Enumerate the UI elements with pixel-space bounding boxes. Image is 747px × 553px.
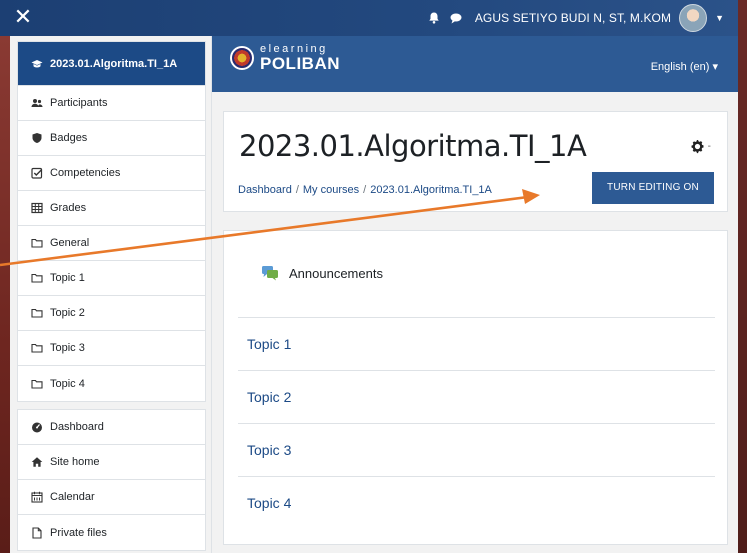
site-logo[interactable]: elearning POLIBAN [230,44,340,72]
avatar[interactable] [679,4,708,32]
shield-icon [31,132,43,144]
nav-drawer: 2023.01.Algoritma.TI_1A Participants Bad… [10,36,212,553]
sidebar-item-private-files[interactable]: Private files [18,515,205,550]
sidebar-item-topic-2[interactable]: Topic 2 [18,296,205,331]
sidebar-item-calendar[interactable]: Calendar [18,480,205,515]
sidebar-item-grades[interactable]: Grades [18,191,205,226]
caret-down-icon[interactable]: ▼ [715,13,724,23]
sidebar-item-label: Participants [50,97,108,109]
logo-bottom-text: POLIBAN [260,54,340,73]
section-topic-1[interactable]: Topic 1 [238,317,715,370]
sidebar-item-label: Grades [50,202,87,214]
chat-icon[interactable] [449,11,463,25]
background-edge [0,36,10,553]
logo-text: elearning POLIBAN [260,44,340,73]
language-menu[interactable]: English (en) ▾ [651,60,718,73]
section-title[interactable]: Topic 3 [247,442,291,458]
graduation-cap-icon [31,58,43,70]
sidebar-item-label: Topic 2 [50,307,85,319]
gear-icon [691,139,704,154]
sidebar-item-course[interactable]: 2023.01.Algoritma.TI_1A [18,42,205,86]
sidebar-item-label: Competencies [50,167,121,179]
table-icon [31,202,43,214]
sidebar-item-label: Site home [50,456,100,468]
close-drawer-button[interactable]: ✕ [10,4,36,30]
section-title[interactable]: Topic 4 [247,495,291,511]
page-header-card: 2023.01.Algoritma.TI_1A - Dashboard / My c… [223,111,728,212]
sidebar-item-label: Dashboard [50,421,104,433]
sidebar-item-label: Calendar [50,491,95,503]
home-icon [31,456,43,468]
logo-emblem [230,46,254,70]
folder-icon [31,237,43,249]
sidebar-item-topic-4[interactable]: Topic 4 [18,366,205,401]
folder-icon [31,378,43,390]
breadcrumb-separator: / [295,184,299,196]
site-header: elearning POLIBAN English (en) ▾ [212,36,738,92]
section-topic-2[interactable]: Topic 2 [238,370,715,423]
dashboard-icon [31,421,43,433]
announcements-label: Announcements [289,265,383,281]
section-title[interactable]: Topic 2 [247,389,291,405]
sidebar-item-topic-3[interactable]: Topic 3 [18,331,205,366]
turn-editing-on-button[interactable]: TURN EDITING ON [592,172,714,204]
folder-icon [31,307,43,319]
sidebar-item-label: Badges [50,132,88,144]
breadcrumb: Dashboard / My courses/2023.01.Algoritma.T… [238,184,492,196]
calendar-icon [31,491,43,503]
announcements-link[interactable]: Announcements [261,265,383,281]
sidebar-item-site-home[interactable]: Site home [18,445,205,480]
sidebar-item-topic-1[interactable]: Topic 1 [18,261,205,296]
top-navbar: ✕ AGUS SETIYO BUDI N, ST, M.KOM ▼ [0,0,738,36]
users-icon [31,97,43,109]
breadcrumb-separator: / [363,184,367,196]
course-content-card: Announcements Topic 1 Topic 2 Topic 3 To… [223,230,728,545]
menu-caret: - [707,141,711,152]
sidebar-item-label: Topic 4 [50,377,85,390]
sidebar-item-label: Topic 3 [50,342,85,354]
sidebar-item-label: Private files [50,526,107,539]
user-name[interactable]: AGUS SETIYO BUDI N, ST, M.KOM [475,11,671,25]
sidebar-item-label: 2023.01.Algoritma.TI_1A [50,57,178,70]
breadcrumb-course[interactable]: 2023.01.Algoritma.TI_1A [370,184,492,196]
check-square-icon [31,167,43,179]
bell-icon[interactable] [427,11,441,25]
breadcrumb-my-courses[interactable]: My courses [303,184,359,196]
course-nav-list: 2023.01.Algoritma.TI_1A Participants Bad… [17,41,206,402]
navbar-user-area: AGUS SETIYO BUDI N, ST, M.KOM ▼ [427,0,724,36]
sidebar-item-general[interactable]: General [18,226,205,261]
breadcrumb-dashboard[interactable]: Dashboard [238,184,292,196]
page-title: 2023.01.Algoritma.TI_1A [239,129,587,163]
background-edge-right [738,0,747,553]
section-title[interactable]: Topic 1 [247,336,291,352]
site-nav-list: Dashboard Site home Calendar Private fil… [17,409,206,551]
sidebar-item-label: General [50,237,90,249]
course-settings-menu[interactable]: - [690,139,711,154]
sidebar-item-dashboard[interactable]: Dashboard [18,410,205,445]
forum-icon [262,266,278,281]
main-region: 2023.01.Algoritma.TI_1A - Dashboard / My c… [212,92,738,553]
section-topic-3[interactable]: Topic 3 [238,423,715,476]
folder-icon [31,342,43,354]
sidebar-item-competencies[interactable]: Competencies [18,156,205,191]
folder-icon [31,272,43,284]
section-topic-4[interactable]: Topic 4 [238,476,715,529]
file-icon [31,526,43,539]
sidebar-item-participants[interactable]: Participants [18,86,205,121]
sidebar-item-label: Topic 1 [50,272,85,284]
sidebar-item-badges[interactable]: Badges [18,121,205,156]
